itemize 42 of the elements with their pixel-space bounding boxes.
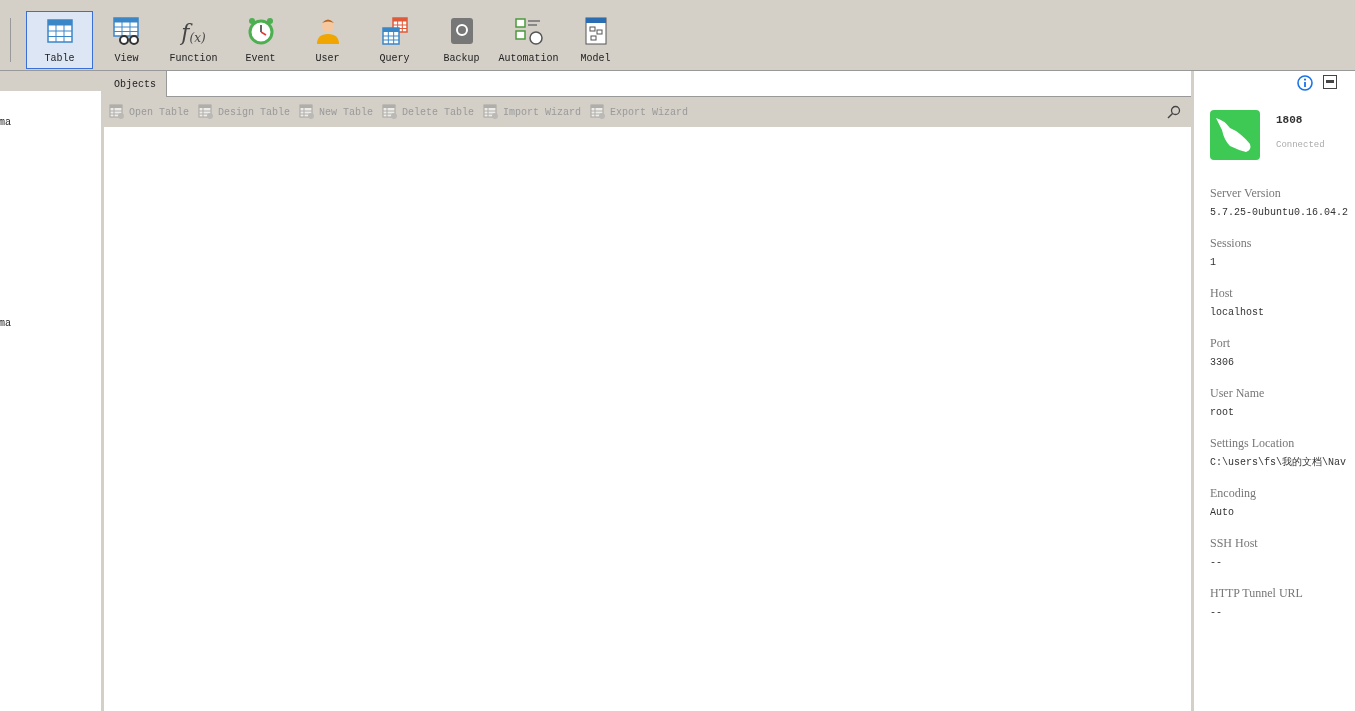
field-label: Sessions: [1210, 235, 1253, 252]
search-icon[interactable]: [1167, 105, 1181, 119]
field-label: Host: [1210, 285, 1234, 302]
connection-name: 1808: [1276, 113, 1304, 128]
table-icon: [109, 104, 125, 120]
field-value: --: [1210, 606, 1223, 620]
toolbar-button[interactable]: Event: [227, 11, 294, 69]
field-value: 3306: [1210, 356, 1235, 370]
field-value: root: [1210, 406, 1235, 420]
field-label: SSH Host: [1210, 535, 1259, 552]
toolbar-button[interactable]: User: [294, 11, 361, 69]
table-icon: [382, 104, 399, 120]
field-label: Settings Location: [1210, 435, 1296, 452]
table-icon: [299, 104, 316, 120]
field-label: User Name: [1210, 385, 1266, 402]
tree-item[interactable]: ma: [0, 115, 101, 130]
connection-status: Connected: [1276, 138, 1325, 152]
table-icon: [198, 104, 214, 120]
field-value: 1: [1210, 256, 1217, 270]
field-label: HTTP Tunnel URL: [1210, 585, 1304, 602]
field-value: Auto: [1210, 506, 1235, 520]
field-value: 5.7.25-0ubuntu0.16.04.2: [1210, 206, 1350, 220]
toolbar-button[interactable]: Backup: [428, 11, 495, 69]
field-value: C:\users\fs\我的文档\Nav: [1210, 455, 1347, 470]
ddl-icon[interactable]: [1323, 75, 1337, 89]
toolbar-button[interactable]: Automation: [495, 11, 562, 69]
field-label: Encoding: [1210, 485, 1257, 502]
field-value: localhost: [1210, 306, 1265, 320]
toolbar-button[interactable]: f(x) Function: [160, 11, 227, 69]
function-icon: f(x): [181, 14, 206, 47]
table-icon: [483, 104, 500, 120]
toolbar-button[interactable]: Model: [562, 11, 629, 69]
toolbar-button[interactable]: Table: [26, 11, 93, 69]
tree-item[interactable]: ma: [0, 316, 101, 331]
dolphin-logo: [1210, 110, 1260, 160]
field-value: --: [1210, 556, 1223, 570]
toolbar-button[interactable]: Query: [361, 11, 428, 69]
info-icon[interactable]: [1297, 75, 1313, 91]
table-icon: [590, 104, 607, 120]
field-label: Server Version: [1210, 185, 1282, 202]
toolbar-button[interactable]: View: [93, 11, 160, 69]
field-label: Port: [1210, 335, 1231, 352]
